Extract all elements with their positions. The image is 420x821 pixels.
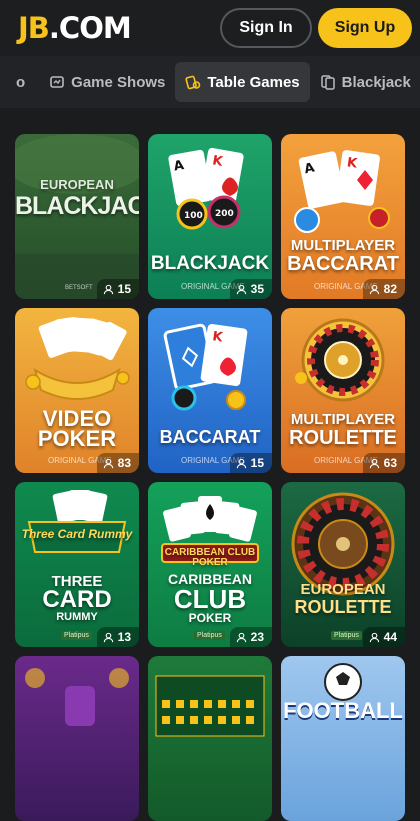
game-card-partial[interactable] [148,656,272,821]
sign-in-button[interactable]: Sign In [220,8,312,48]
player-count: 82 [362,279,405,299]
game-logo-text: Three Card Rummy [21,527,133,541]
table-games-icon [185,74,201,90]
tab-table-games[interactable]: Table Games [175,62,310,102]
game-title-line: ROULETTE [289,427,397,449]
game-title-line: MULTIPLAYER [290,411,396,428]
sign-up-button[interactable]: Sign Up [318,8,412,48]
player-count: 44 [362,627,405,647]
category-tabs: o Game Shows Table Games Blackjack [0,56,420,108]
game-card-football[interactable]: FOOTBALL [281,656,405,821]
provider-label: Platipus [331,631,362,640]
game-art [25,668,129,726]
tab-partial-left[interactable]: o [16,74,25,91]
game-card-european-blackjack[interactable]: EUROPEAN BLACKJACK BETSOFT 15 [15,134,139,299]
tab-label: Table Games [207,73,300,91]
game-title-line: EUROPEAN [40,177,114,192]
game-card-video-poker[interactable]: VIDEO POKER ORIGINAL GAME 83 [15,308,139,473]
user-icon [103,632,113,642]
user-icon [236,632,246,642]
tab-label: Game Shows [71,73,166,91]
svg-text:100: 100 [184,211,203,221]
game-card-european-roulette[interactable]: EUROPEAN ROULETTE Platipus 44 [281,482,405,647]
player-count: 35 [229,279,272,299]
user-icon [103,458,113,468]
player-count: 13 [96,627,139,647]
provider-label: BETSOFT [65,285,93,291]
user-icon [236,284,246,294]
game-card-multiplayer-roulette[interactable]: MULTIPLAYER ROULETTE ORIGINAL GAME 63 [281,308,405,473]
game-card-baccarat[interactable]: K BACCARAT ORIGINAL GAME 15 [148,308,272,473]
game-title-line: POKER [37,426,117,451]
game-title-line: POKER [188,611,232,625]
provider-label: Platipus [61,631,92,640]
cards-chips-art: A K 100 200 [168,147,244,230]
provider-label: Platipus [194,631,225,640]
roulette-wheel-art [291,492,395,596]
football-art [324,663,362,701]
game-shows-icon [49,74,65,90]
user-icon [369,632,379,642]
game-art [155,675,265,737]
game-title-line: ROULETTE [294,597,392,617]
game-title-line: CLUB [173,584,247,614]
user-icon [369,458,379,468]
player-count: 15 [96,279,139,299]
game-title-line: MULTIPLAYER [290,237,396,254]
user-icon [369,284,379,294]
user-icon [236,458,246,468]
header: JB.COM Sign In Sign Up [0,0,420,56]
player-count: 63 [362,453,405,473]
game-logo-text: CARIBBEAN CLUB POKER [164,547,256,568]
blackjack-icon [320,74,336,90]
game-card-blackjack[interactable]: A K 100 200 BLACKJACK ORIGINAL GAME 35 [148,134,272,299]
game-title-line: RUMMY [56,611,98,623]
user-icon [103,284,113,294]
game-title: FOOTBALL [283,698,403,723]
game-card-partial[interactable] [15,656,139,821]
svg-text:200: 200 [215,209,234,219]
game-title-line: BACCARAT [287,253,399,275]
tab-blackjack[interactable]: Blackjack [310,62,420,102]
site-logo[interactable]: JB.COM [18,11,132,45]
tab-game-shows[interactable]: Game Shows [39,62,175,102]
game-title: BACCARAT [159,427,261,447]
game-title-line: BLACKJACK [15,192,139,220]
player-count: 83 [96,453,139,473]
game-title-line: CARD [42,586,112,613]
game-card-three-card-rummy[interactable]: Three Card Rummy THREE CARD RUMMY Platip… [15,482,139,647]
tab-label: Blackjack [341,73,411,91]
game-title: BLACKJACK [150,253,270,274]
player-count: 15 [229,453,272,473]
games-grid: EUROPEAN BLACKJACK BETSOFT 15 A K 100 20… [15,134,405,821]
player-count: 23 [229,627,272,647]
cards-chips-art: K [163,323,248,411]
game-card-caribbean-club-poker[interactable]: CARIBBEAN CLUB POKER CARIBBEAN CLUB POKE… [148,482,272,647]
game-title-line: EUROPEAN [300,581,386,598]
game-card-multiplayer-baccarat[interactable]: A K MULTIPLAYER BACCARAT ORIGINAL GAME 8… [281,134,405,299]
